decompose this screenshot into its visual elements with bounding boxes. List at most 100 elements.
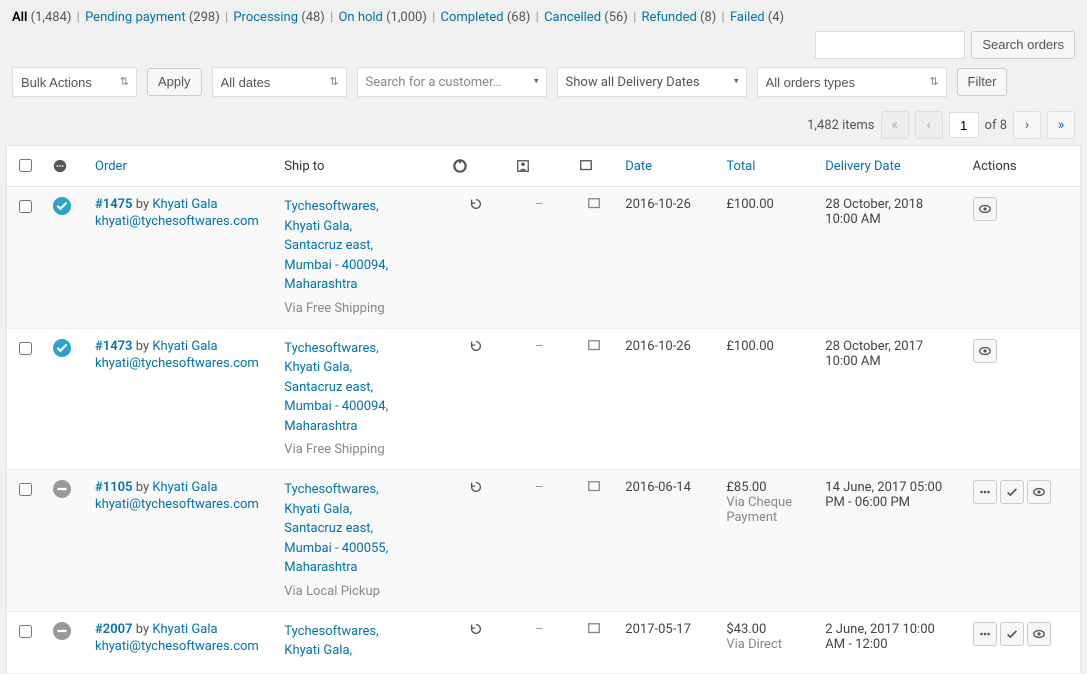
delivery-dates-filter-select[interactable]: Show all Delivery Dates (557, 67, 747, 97)
delivery-date: 2 June, 2017 10:00 AM - 12:00 (817, 611, 964, 673)
order-total: £85.00 (726, 480, 809, 495)
customer-note-header-icon (516, 159, 530, 173)
status-filter-count: (48) (301, 10, 325, 25)
shipto-column-header: Ship to (276, 146, 444, 187)
order-date: 2016-06-14 (617, 470, 718, 612)
status-filter-count: (68) (507, 10, 531, 25)
date-column-header[interactable]: Date (617, 146, 718, 187)
action-view-button[interactable] (1027, 480, 1051, 504)
order-customer-link[interactable]: Khyati Gala (152, 622, 217, 637)
action-more-button[interactable] (973, 480, 997, 504)
ship-via: Via Local Pickup (284, 584, 436, 599)
table-row: #1473 by Khyati Gala khyati@tychesoftware… (7, 328, 1081, 470)
status-icon (53, 197, 71, 215)
delivery-date: 28 October, 2018 10:00 AM (817, 187, 964, 329)
order-id-link[interactable]: #1475 (95, 197, 132, 212)
action-view-button[interactable] (1027, 622, 1051, 646)
next-page-button[interactable]: › (1013, 111, 1041, 139)
order-email-link[interactable]: khyati@tychesoftwares.com (95, 214, 259, 229)
status-filter-link[interactable]: All (12, 10, 31, 25)
ship-to-link[interactable]: Tychesoftwares,Khyati Gala,Santacruz eas… (284, 199, 388, 292)
status-filter-link[interactable]: Failed (730, 10, 768, 25)
action-complete-button[interactable] (1000, 622, 1024, 646)
customer-note-cell: – (535, 480, 544, 495)
table-row: #1105 by Khyati Galakhyati@tychesoftware… (7, 470, 1081, 612)
order-total-note: Via Direct (726, 637, 809, 652)
status-filter-link[interactable]: Processing (233, 10, 301, 25)
status-filter-link[interactable]: Pending payment (85, 10, 189, 25)
order-customer-link[interactable]: Khyati Gala (152, 197, 217, 212)
order-total: $43.00 (726, 622, 809, 637)
order-note-icon (587, 625, 601, 640)
order-email-link[interactable]: khyati@tychesoftwares.com (95, 497, 259, 512)
row-checkbox[interactable] (19, 200, 32, 213)
row-checkbox[interactable] (19, 625, 32, 638)
refresh-icon (469, 342, 483, 357)
status-filter-link[interactable]: Cancelled (544, 10, 604, 25)
order-date: 2016-10-26 (617, 328, 718, 470)
orders-search-input[interactable] (815, 31, 965, 59)
order-customer-link[interactable]: Khyati Gala (152, 480, 217, 495)
items-count: 1,482 items (807, 118, 874, 133)
order-note-icon (587, 483, 601, 498)
order-by-label: by (136, 339, 149, 354)
filter-button[interactable]: Filter (957, 68, 1008, 96)
status-filter-count: (4) (768, 10, 784, 25)
select-all-checkbox[interactable] (19, 159, 32, 172)
status-filter-count: (1,000) (386, 10, 427, 25)
action-complete-button[interactable] (1000, 480, 1024, 504)
bulk-actions-select[interactable]: Bulk Actions (12, 67, 137, 97)
status-filter-count: (56) (604, 10, 628, 25)
page-of-text: of 8 (985, 118, 1007, 133)
customer-filter-select[interactable]: Search for a customer… (357, 67, 547, 97)
refresh-icon (469, 200, 483, 215)
action-view-button[interactable] (973, 197, 997, 221)
order-customer-link[interactable]: Khyati Gala (152, 339, 217, 354)
ship-via: Via Free Shipping (284, 301, 436, 316)
first-page-button[interactable]: « (881, 111, 909, 139)
prev-page-button[interactable]: ‹ (915, 111, 943, 139)
orders-table: Order Ship to Date Total Delivery Date A… (6, 145, 1081, 674)
order-by-label: by (136, 197, 149, 212)
order-total: £100.00 (726, 197, 809, 212)
order-id-link[interactable]: #1105 (95, 480, 132, 495)
row-checkbox[interactable] (19, 483, 32, 496)
ship-to-link[interactable]: Tychesoftwares,Khyati Gala,Santacruz eas… (284, 482, 388, 575)
action-view-button[interactable] (973, 339, 997, 363)
apply-button[interactable]: Apply (147, 68, 202, 96)
total-column-header[interactable]: Total (718, 146, 817, 187)
status-filter-count: (298) (189, 10, 220, 25)
customer-note-cell: – (535, 339, 544, 354)
page-input[interactable] (949, 112, 979, 138)
order-email-link[interactable]: khyati@tychesoftwares.com (95, 639, 259, 654)
action-more-button[interactable] (973, 622, 997, 646)
order-total-note: Via Cheque Payment (726, 495, 809, 525)
refresh-icon (469, 625, 483, 640)
dates-filter-select[interactable]: All dates (212, 67, 347, 97)
last-page-button[interactable]: » (1047, 111, 1075, 139)
delivery-date-column-header[interactable]: Delivery Date (817, 146, 964, 187)
ship-to-link[interactable]: Tychesoftwares,Khyati Gala, (284, 624, 378, 659)
customer-note-cell: – (535, 197, 544, 212)
order-types-filter-select[interactable]: All orders types (757, 67, 947, 97)
refresh-icon (469, 483, 483, 498)
status-filter-link[interactable]: On hold (338, 10, 386, 25)
search-orders-button[interactable]: Search orders (971, 31, 1075, 59)
order-note-icon (587, 342, 601, 357)
customer-note-cell: – (535, 622, 544, 637)
order-email-link[interactable]: khyati@tychesoftwares.com (95, 356, 259, 371)
table-row: #1475 by Khyati Gala khyati@tychesoftware… (7, 187, 1081, 329)
delivery-date: 28 October, 2017 10:00 AM (817, 328, 964, 470)
status-filter-link[interactable]: Refunded (641, 10, 700, 25)
delivery-date: 14 June, 2017 05:00 PM - 06:00 PM (817, 470, 964, 612)
ship-to-link[interactable]: Tychesoftwares,Khyati Gala,Santacruz eas… (284, 341, 388, 434)
status-icon (53, 339, 71, 357)
order-id-link[interactable]: #2007 (95, 622, 132, 637)
order-column-header[interactable]: Order (87, 146, 276, 187)
row-checkbox[interactable] (19, 342, 32, 355)
status-filter-link[interactable]: Completed (441, 10, 507, 25)
table-row: #2007 by Khyati Galakhyati@tychesoftware… (7, 611, 1081, 673)
notes-header-icon (579, 159, 593, 173)
order-id-link[interactable]: #1473 (95, 339, 132, 354)
items-header-icon (453, 159, 467, 173)
